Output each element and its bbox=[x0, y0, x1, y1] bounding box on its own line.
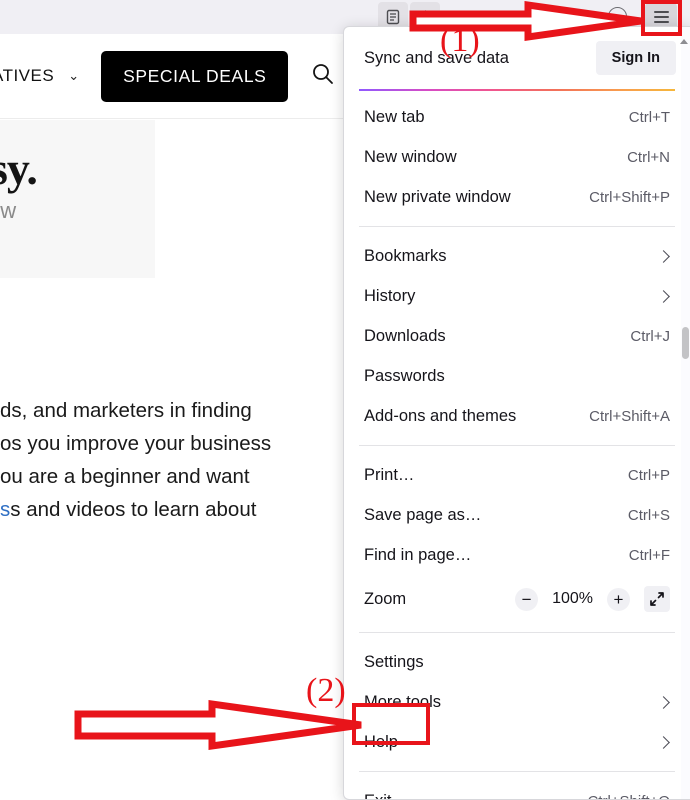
menu-item-label: Downloads bbox=[364, 326, 446, 345]
menu-item-label: New tab bbox=[364, 107, 425, 126]
menu-item-settings[interactable]: Settings bbox=[344, 642, 690, 682]
menu-item-new-private-window[interactable]: New private window Ctrl+Shift+P bbox=[344, 177, 690, 217]
screenshot-root: ATIVES ⌄ SPECIAL DEALS sy. ew ds, and ma… bbox=[0, 0, 690, 800]
menu-scrollbar[interactable] bbox=[680, 27, 690, 799]
menu-item-shortcut: Ctrl+Shift+A bbox=[589, 407, 670, 425]
menu-item-label: Find in page… bbox=[364, 545, 472, 564]
zoom-out-button[interactable]: − bbox=[515, 587, 539, 611]
paragraph-line: ou are a beginner and want bbox=[0, 465, 250, 488]
menu-item-label: Exit bbox=[364, 792, 587, 800]
zoom-label: Zoom bbox=[364, 589, 407, 608]
menu-item-label: History bbox=[364, 286, 416, 305]
menu-item-shortcut: Ctrl+S bbox=[627, 506, 670, 524]
menu-item-label: New private window bbox=[364, 187, 511, 206]
sign-in-button[interactable]: Sign In bbox=[595, 41, 676, 75]
menu-item-shortcut: Ctrl+Shift+P bbox=[589, 188, 670, 206]
menu-item-addons-and-themes[interactable]: Add-ons and themes Ctrl+Shift+A bbox=[344, 396, 690, 436]
menu-item-label: Bookmarks bbox=[364, 246, 447, 265]
paragraph-line-rest: s and videos to learn about bbox=[10, 498, 257, 521]
menu-item-label: Print… bbox=[364, 465, 415, 484]
hero-panel: sy. ew bbox=[0, 120, 155, 278]
menu-item-save-page-as[interactable]: Save page as… Ctrl+S bbox=[344, 495, 690, 535]
menu-item-label: Help bbox=[364, 732, 398, 751]
menu-item-find-in-page[interactable]: Find in page… Ctrl+F bbox=[344, 535, 690, 575]
menu-item-list: New tab Ctrl+T New window Ctrl+N New pri… bbox=[344, 91, 690, 800]
page-paragraph: ds, and marketers in finding os you impr… bbox=[0, 394, 345, 526]
hero-subheading: ew bbox=[0, 198, 17, 223]
menu-item-shortcut: Ctrl+N bbox=[627, 148, 670, 166]
zoom-in-button[interactable]: + bbox=[607, 587, 630, 611]
special-deals-button[interactable]: SPECIAL DEALS bbox=[101, 50, 289, 102]
search-icon[interactable] bbox=[310, 61, 335, 91]
menu-separator bbox=[359, 445, 675, 446]
menu-separator bbox=[359, 632, 675, 633]
menu-item-label: Save page as… bbox=[364, 505, 482, 524]
menu-item-help[interactable]: Help bbox=[344, 722, 690, 762]
paragraph-line: ds, and marketers in finding bbox=[0, 399, 252, 422]
site-navigation-bar: ATIVES ⌄ SPECIAL DEALS bbox=[0, 34, 345, 119]
menu-item-new-tab[interactable]: New tab Ctrl+T bbox=[344, 97, 690, 137]
chevron-right-icon bbox=[657, 735, 670, 749]
menu-item-label: Passwords bbox=[364, 366, 445, 385]
zoom-level-value[interactable]: 100% bbox=[552, 590, 593, 608]
menu-scrollbar-thumb[interactable] bbox=[682, 327, 689, 359]
sync-and-save-row: Sync and save data Sign In bbox=[344, 27, 690, 89]
chevron-down-icon[interactable]: ⌄ bbox=[68, 68, 79, 84]
hero-heading: sy. bbox=[0, 143, 38, 194]
fullscreen-expand-icon[interactable] bbox=[644, 586, 670, 612]
menu-item-zoom: Zoom − 100% + bbox=[344, 575, 690, 623]
scroll-up-arrow-icon[interactable] bbox=[680, 39, 688, 44]
menu-item-more-tools[interactable]: More tools bbox=[344, 682, 690, 722]
menu-item-passwords[interactable]: Passwords bbox=[344, 356, 690, 396]
chevron-right-icon bbox=[657, 695, 670, 709]
inline-link[interactable]: s bbox=[0, 498, 10, 521]
menu-item-new-window[interactable]: New window Ctrl+N bbox=[344, 137, 690, 177]
menu-item-label: New window bbox=[364, 147, 457, 166]
menu-separator bbox=[359, 226, 675, 227]
menu-item-label: More tools bbox=[364, 692, 442, 711]
menu-item-shortcut: Ctrl+Shift+Q bbox=[587, 793, 670, 800]
menu-item-shortcut: Ctrl+P bbox=[627, 466, 670, 484]
menu-item-shortcut: Ctrl+J bbox=[630, 327, 670, 345]
menu-item-history[interactable]: History bbox=[344, 276, 690, 316]
menu-separator bbox=[359, 771, 675, 772]
firefox-app-menu-panel: Sync and save data Sign In New tab Ctrl+… bbox=[343, 26, 690, 800]
chevron-right-icon bbox=[657, 249, 670, 263]
menu-item-exit[interactable]: Exit Ctrl+Shift+Q bbox=[344, 781, 690, 800]
account-circle-icon[interactable] bbox=[608, 7, 627, 26]
menu-item-label: Add-ons and themes bbox=[364, 406, 517, 425]
zoom-controls: − 100% + bbox=[515, 586, 670, 612]
chevron-right-icon bbox=[657, 289, 670, 303]
sync-label: Sync and save data bbox=[364, 48, 509, 67]
menu-item-shortcut: Ctrl+T bbox=[628, 108, 670, 126]
nav-link-creatives[interactable]: ATIVES bbox=[0, 66, 54, 86]
menu-item-print[interactable]: Print… Ctrl+P bbox=[344, 455, 690, 495]
paragraph-line: os you improve your business bbox=[0, 432, 272, 455]
menu-item-bookmarks[interactable]: Bookmarks bbox=[344, 236, 690, 276]
webpage-content: ATIVES ⌄ SPECIAL DEALS sy. ew ds, and ma… bbox=[0, 34, 345, 800]
menu-item-downloads[interactable]: Downloads Ctrl+J bbox=[344, 316, 690, 356]
menu-item-label: Settings bbox=[364, 652, 424, 671]
menu-item-shortcut: Ctrl+F bbox=[628, 546, 670, 564]
paragraph-line-with-link: ss and videos to learn about bbox=[0, 493, 345, 526]
